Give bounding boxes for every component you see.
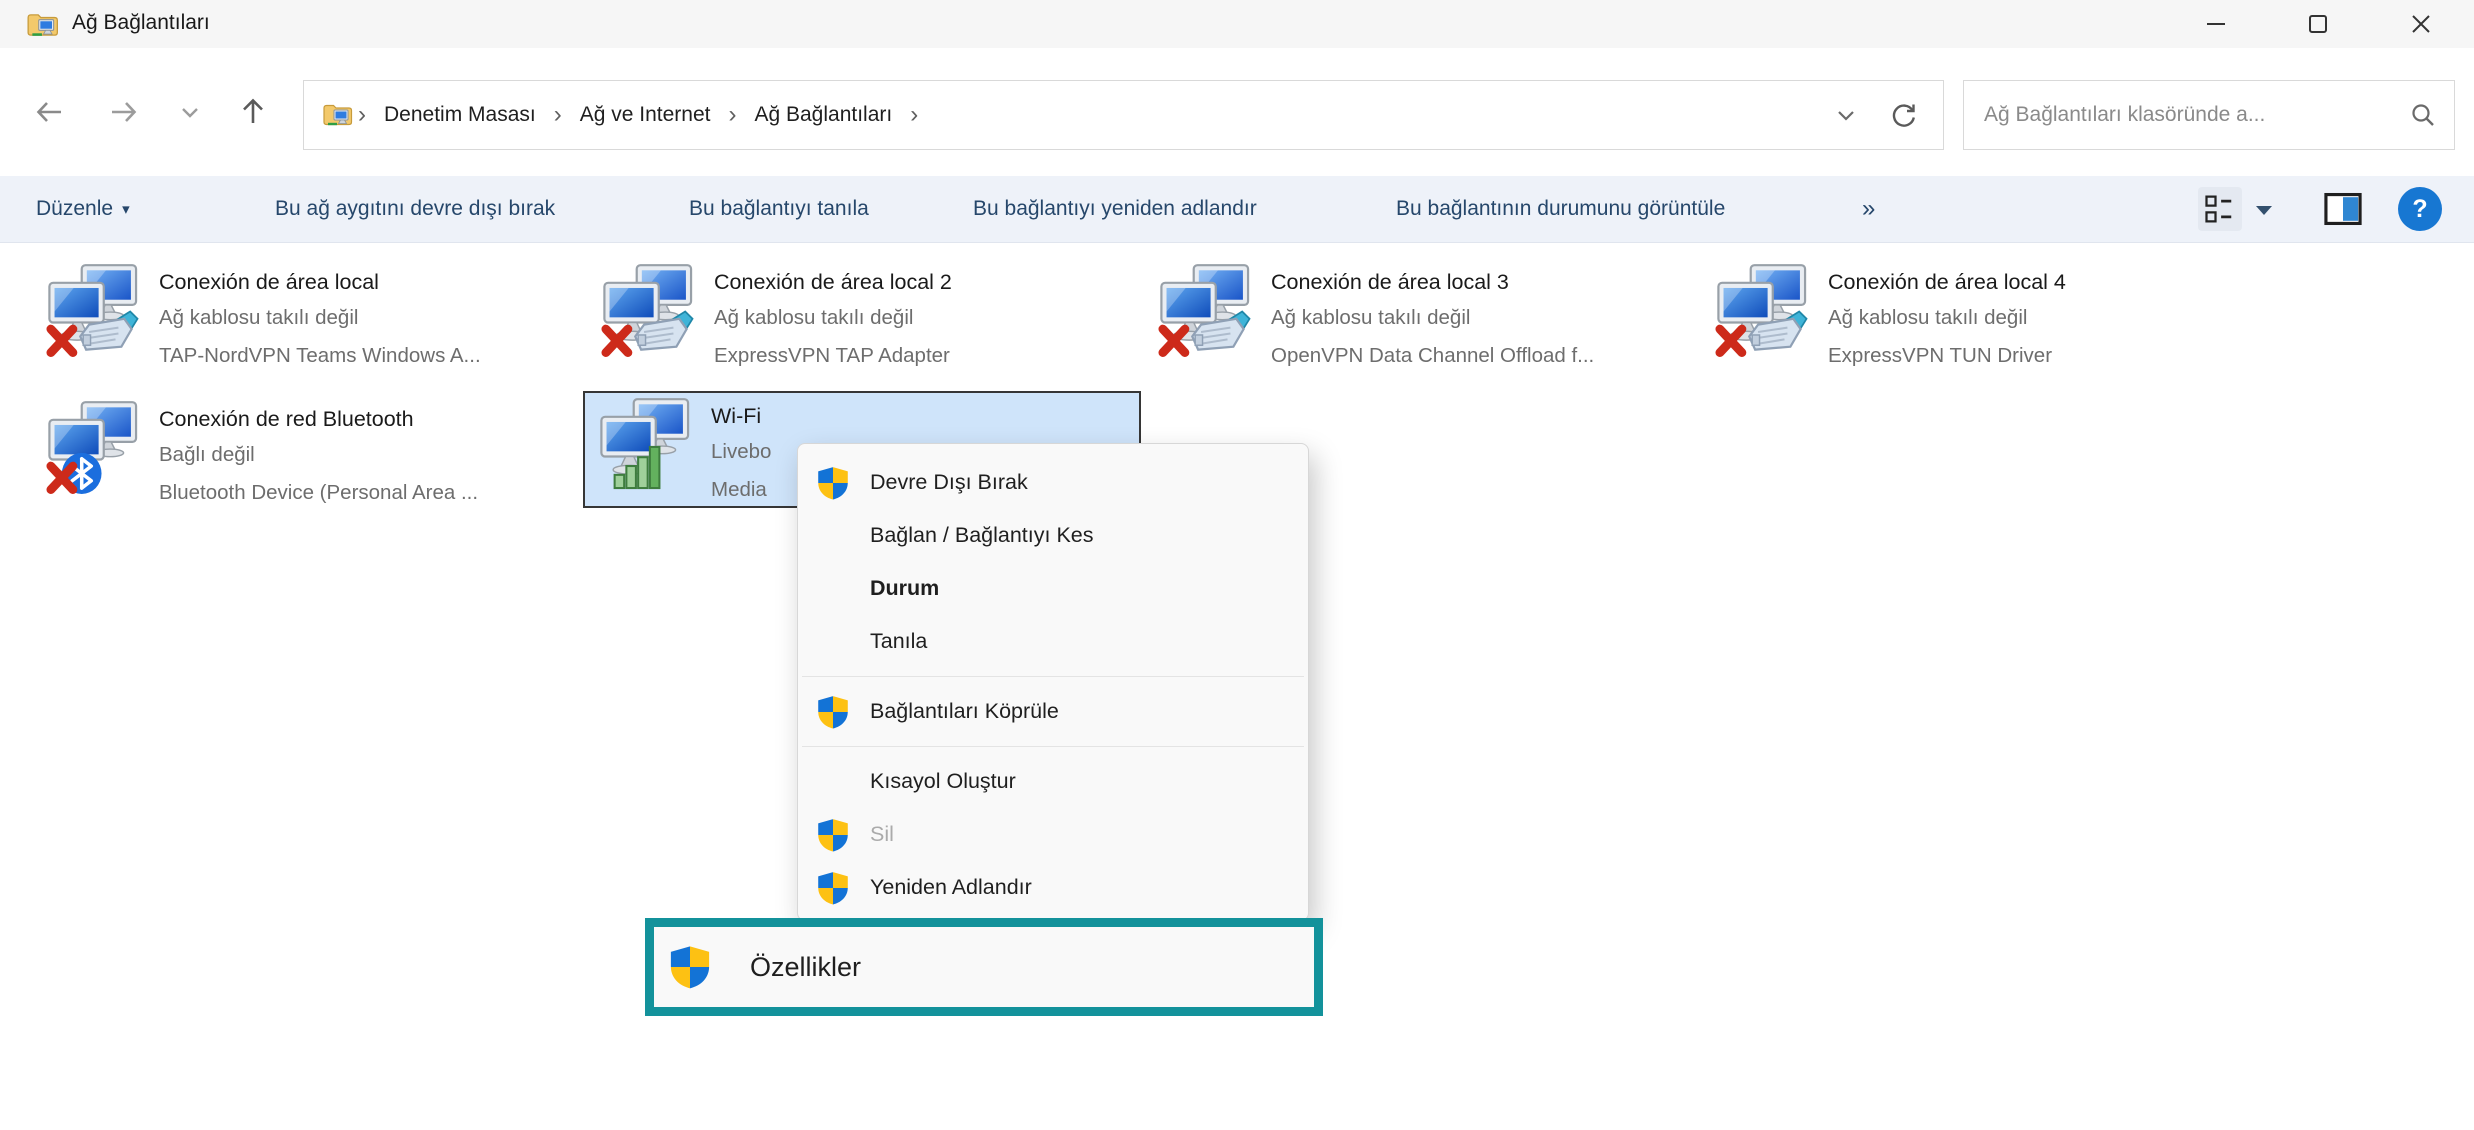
ozellikler-highlight-box[interactable]: Özellikler [645, 918, 1323, 1016]
minimize-button[interactable] [2183, 0, 2249, 48]
breadcrumb-item-ag-ve-internet[interactable]: Ağ ve Internet [580, 103, 711, 127]
help-icon: ? [2412, 195, 2427, 224]
disable-device-command[interactable]: Bu ağ aygıtını devre dışı bırak [275, 176, 555, 242]
ethernet-disconnected-icon [1157, 263, 1251, 357]
edit-menu-button[interactable]: Düzenle ▾ [36, 176, 130, 242]
breadcrumb-chevron: › [910, 101, 918, 129]
maximize-icon [2305, 11, 2331, 37]
uac-shield-icon [816, 695, 850, 729]
connection-device: TAP-NordVPN Teams Windows A... [159, 337, 481, 375]
view-options-button[interactable] [2198, 187, 2242, 231]
view-status-command[interactable]: Bu bağlantının durumunu görüntüle [1396, 176, 1725, 242]
search-box [1963, 80, 2455, 150]
help-button[interactable]: ? [2398, 187, 2442, 231]
window-folder-network-icon [26, 8, 60, 42]
breadcrumb-chevron: › [728, 101, 736, 129]
caret-down-icon [2252, 200, 2276, 220]
connection-device: ExpressVPN TUN Driver [1828, 337, 2066, 375]
forward-button[interactable] [103, 92, 143, 132]
forward-arrow-icon [104, 93, 142, 131]
ethernet-disconnected-icon [45, 263, 139, 357]
connection-status: Livebo [711, 433, 771, 471]
uac-shield-icon [816, 871, 850, 905]
edit-menu-label: Düzenle [36, 197, 113, 221]
connection-device: ExpressVPN TAP Adapter [714, 337, 952, 375]
toolbar-overflow-button[interactable]: » [1862, 176, 1875, 242]
menu-item-tanila[interactable]: Tanıla [798, 615, 1308, 668]
menu-item-devre-disi-birak[interactable]: Devre Dışı Bırak [798, 456, 1308, 509]
connection-item-local-2[interactable]: Conexión de área local 2 Ağ kablosu takı… [600, 263, 1152, 374]
connection-name: Conexión de área local 2 [714, 266, 952, 299]
up-button[interactable] [233, 92, 273, 132]
preview-pane-button[interactable] [2322, 189, 2364, 229]
chevron-down-icon [175, 97, 205, 127]
back-button[interactable] [30, 92, 70, 132]
preview-pane-icon [2322, 189, 2364, 229]
menu-item-sil: Sil [798, 808, 1308, 861]
menu-separator [802, 676, 1304, 677]
breadcrumb-chevron: › [554, 101, 562, 129]
dropdown-caret-icon: ▾ [122, 200, 130, 218]
connection-item-bluetooth[interactable]: Conexión de red Bluetooth Bağlı değil Bl… [45, 400, 597, 511]
bluetooth-disconnected-icon [45, 400, 139, 494]
menu-item-baglantilari-koprule[interactable]: Bağlantıları Köprüle [798, 685, 1308, 738]
connection-device: OpenVPN Data Channel Offload f... [1271, 337, 1594, 375]
ethernet-disconnected-icon [1714, 263, 1808, 357]
view-options-caret[interactable] [2252, 200, 2276, 220]
search-icon[interactable] [2408, 100, 2438, 130]
connection-status: Ağ kablosu takılı değil [1828, 299, 2066, 337]
connection-name: Conexión de área local 4 [1828, 266, 2066, 299]
connection-device: Media [711, 471, 771, 509]
connection-status: Bağlı değil [159, 436, 478, 474]
menu-item-baglan-baglantiyi-kes[interactable]: Bağlan / Bağlantıyı Kes [798, 509, 1308, 562]
network-connections-window: { "window": { "title": "Ağ Bağlantıları"… [0, 0, 2474, 1130]
navigation-bar: › Denetim Masası › Ağ ve Internet › Ağ B… [0, 48, 2474, 176]
connection-status: Ağ kablosu takılı değil [1271, 299, 1594, 337]
connection-name: Wi-Fi [711, 400, 771, 433]
uac-shield-icon [816, 466, 850, 500]
menu-item-durum[interactable]: Durum [798, 562, 1308, 615]
list-view-icon [2202, 191, 2238, 227]
window-title: Ağ Bağlantıları [72, 11, 210, 35]
command-toolbar: Düzenle ▾ Bu ağ aygıtını devre dışı bıra… [0, 176, 2474, 243]
breadcrumb-item-denetim-masasi[interactable]: Denetim Masası [384, 103, 536, 127]
breadcrumb-item-ag-baglantilari[interactable]: Ağ Bağlantıları [754, 103, 892, 127]
overflow-chevron-icon: » [1862, 195, 1875, 223]
close-button[interactable] [2388, 0, 2454, 48]
connection-name: Conexión de red Bluetooth [159, 403, 478, 436]
up-arrow-icon [234, 93, 272, 131]
diagnose-command[interactable]: Bu bağlantıyı tanıla [689, 176, 869, 242]
refresh-icon[interactable] [1887, 98, 1921, 132]
address-dropdown-icon[interactable] [1831, 100, 1861, 130]
recent-locations-button[interactable] [170, 92, 210, 132]
uac-shield-icon [668, 945, 712, 989]
context-menu: Devre Dışı Bırak Bağlan / Bağlantıyı Kes… [797, 443, 1309, 921]
minimize-icon [2203, 11, 2229, 37]
connection-item-local-3[interactable]: Conexión de área local 3 Ağ kablosu takı… [1157, 263, 1709, 374]
rename-command[interactable]: Bu bağlantıyı yeniden adlandır [973, 176, 1257, 242]
uac-shield-icon [816, 818, 850, 852]
wifi-connected-icon [597, 397, 691, 491]
connection-item-local-4[interactable]: Conexión de área local 4 Ağ kablosu takı… [1714, 263, 2266, 374]
ethernet-disconnected-icon [600, 263, 694, 357]
menu-separator [802, 746, 1304, 747]
maximize-button[interactable] [2285, 0, 2351, 48]
connection-status: Ağ kablosu takılı değil [714, 299, 952, 337]
close-icon [2408, 11, 2434, 37]
menu-item-ozellikler-label: Özellikler [750, 952, 861, 983]
connection-item-local-1[interactable]: Conexión de área local Ağ kablosu takılı… [45, 263, 597, 374]
title-bar: Ağ Bağlantıları [0, 0, 2474, 48]
connection-status: Ağ kablosu takılı değil [159, 299, 481, 337]
back-arrow-icon [31, 93, 69, 131]
address-folder-icon [322, 99, 354, 131]
breadcrumb-chevron: › [358, 101, 366, 129]
address-bar[interactable]: › Denetim Masası › Ağ ve Internet › Ağ B… [303, 80, 1944, 150]
menu-item-yeniden-adlandir[interactable]: Yeniden Adlandır [798, 861, 1308, 914]
connection-name: Conexión de área local 3 [1271, 266, 1594, 299]
menu-item-kisayol-olustur[interactable]: Kısayol Oluştur [798, 755, 1308, 808]
connection-device: Bluetooth Device (Personal Area ... [159, 474, 478, 512]
connection-name: Conexión de área local [159, 266, 481, 299]
search-input[interactable] [1964, 103, 2408, 127]
